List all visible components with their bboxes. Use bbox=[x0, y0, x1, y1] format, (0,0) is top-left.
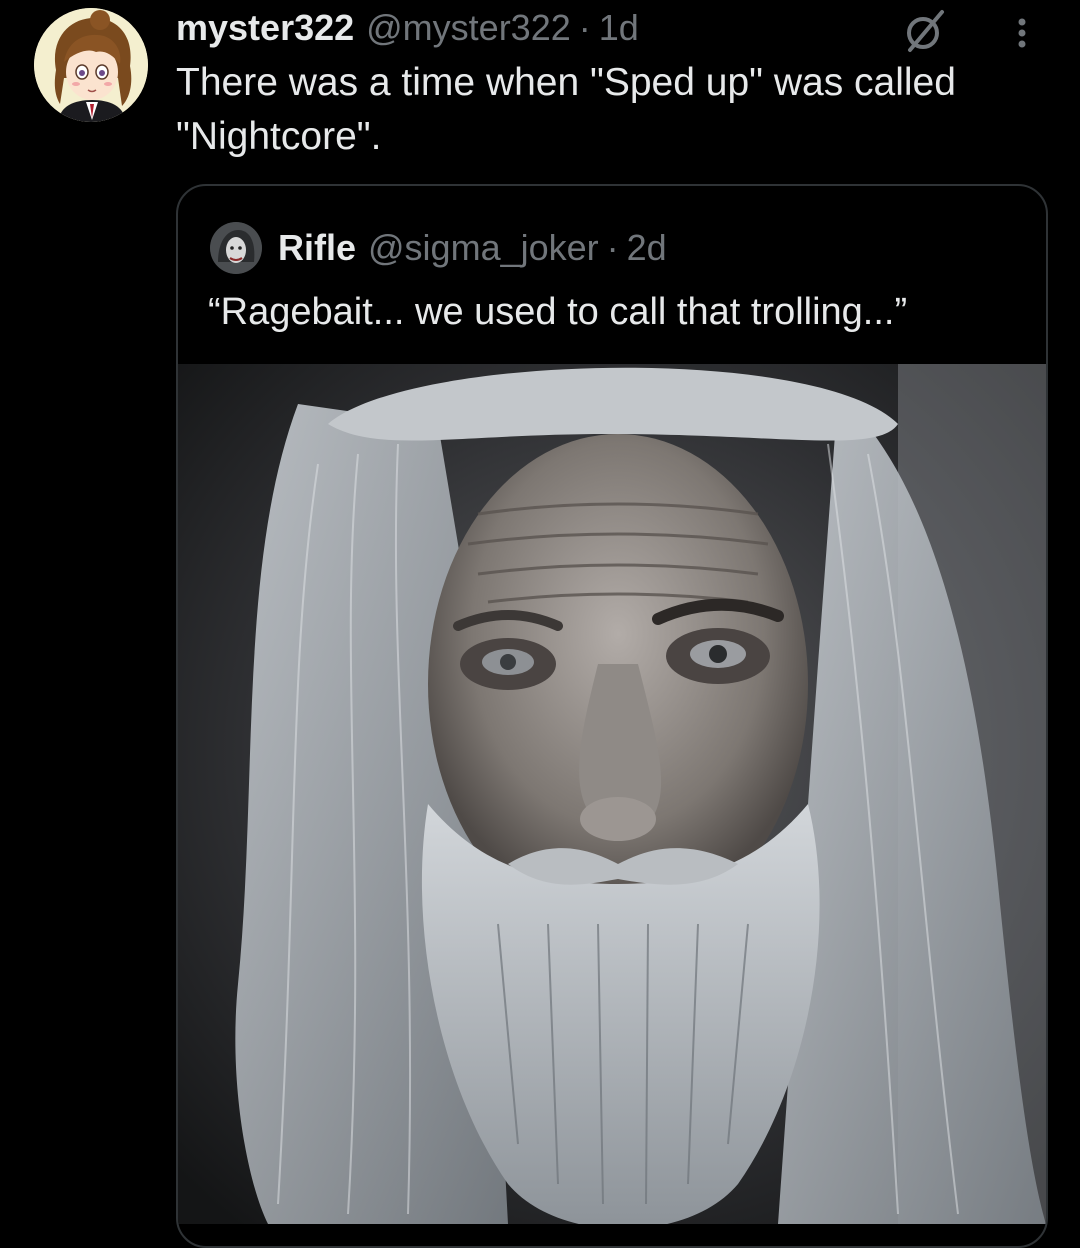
separator-dot: · bbox=[578, 7, 591, 48]
old-man-portrait-image bbox=[178, 364, 1046, 1224]
quoted-author-handle[interactable]: @sigma_joker bbox=[368, 227, 599, 269]
anime-girl-avatar-icon bbox=[34, 8, 148, 122]
post-header: myster322 @myster322 · 1d bbox=[176, 4, 639, 52]
quoted-author-avatar[interactable] bbox=[210, 222, 262, 274]
quoted-post-timestamp[interactable]: 2d bbox=[627, 227, 667, 269]
quoted-post-image[interactable] bbox=[178, 364, 1046, 1224]
quoted-post-text: “Ragebait... we used to call that trolli… bbox=[208, 291, 908, 333]
vertical-ellipsis-icon[interactable] bbox=[1008, 12, 1036, 52]
quoted-author-name[interactable]: Rifle bbox=[278, 227, 356, 269]
quoted-separator-dot: · bbox=[606, 227, 619, 268]
post[interactable]: myster322 @myster322 · 1d There was a ti… bbox=[0, 0, 1080, 1248]
author-name[interactable]: myster322 bbox=[176, 4, 354, 52]
quoted-post-header: Rifle @sigma_joker · 2d bbox=[278, 222, 667, 274]
slashed-circle-badge-icon[interactable] bbox=[902, 8, 948, 54]
joker-avatar-icon bbox=[210, 222, 262, 274]
author-handle[interactable]: @myster322 bbox=[366, 4, 571, 52]
quoted-post-card[interactable]: Rifle @sigma_joker · 2d “Ragebait... we … bbox=[176, 184, 1048, 1248]
post-timestamp[interactable]: 1d bbox=[599, 4, 639, 52]
post-text: There was a time when "Sped up" was call… bbox=[176, 61, 956, 158]
author-avatar[interactable] bbox=[34, 8, 148, 122]
